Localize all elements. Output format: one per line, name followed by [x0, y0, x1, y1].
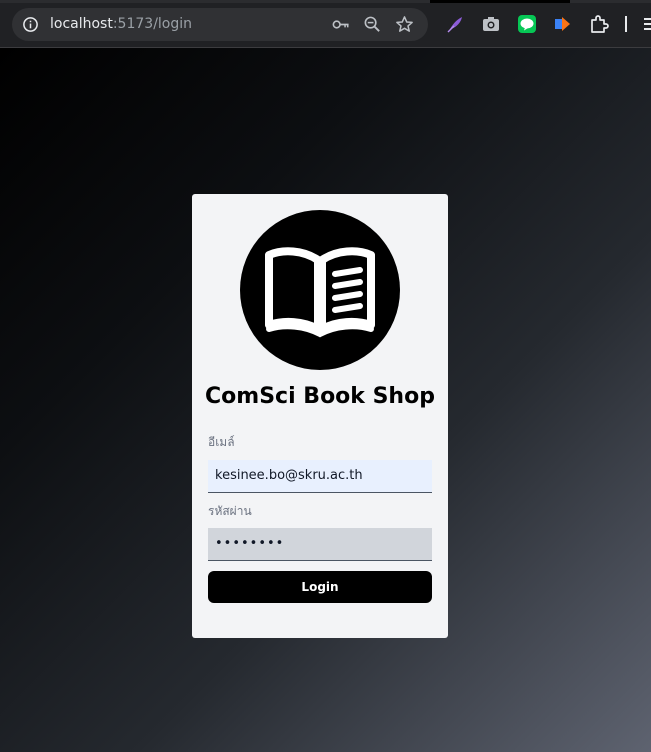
page-background: ComSci Book Shop อีเมล์ kesinee.bo@skru.…: [0, 48, 651, 752]
address-bar[interactable]: localhost:5173/login: [12, 8, 428, 41]
open-book-icon: [240, 210, 400, 370]
page-title: ComSci Book Shop: [205, 384, 435, 409]
login-button[interactable]: Login: [208, 571, 432, 603]
info-icon[interactable]: [22, 16, 39, 33]
browser-toolbar: localhost:5173/login: [0, 0, 651, 48]
email-label: อีเมล์: [208, 435, 235, 449]
zoom-icon[interactable]: [363, 15, 382, 34]
active-tab-edge: [430, 0, 570, 3]
feather-extension-icon[interactable]: [445, 14, 465, 34]
line-extension-icon[interactable]: [517, 14, 537, 34]
menu-icon[interactable]: [644, 17, 651, 31]
camera-extension-icon[interactable]: [481, 14, 501, 34]
star-icon[interactable]: [395, 15, 414, 34]
puzzle-icon[interactable]: [589, 14, 609, 34]
password-label: รหัสผ่าน: [208, 504, 252, 518]
login-card: ComSci Book Shop อีเมล์ kesinee.bo@skru.…: [192, 194, 448, 638]
url-host: localhost: [50, 16, 113, 32]
audio-extension-icon[interactable]: [553, 14, 573, 34]
key-icon[interactable]: [331, 15, 350, 34]
password-field[interactable]: ••••••••: [208, 528, 432, 561]
toolbar-divider: [625, 16, 627, 32]
url-path: :5173/login: [112, 16, 193, 32]
url-text[interactable]: localhost:5173/login: [50, 16, 192, 33]
email-field[interactable]: kesinee.bo@skru.ac.th: [208, 460, 432, 493]
